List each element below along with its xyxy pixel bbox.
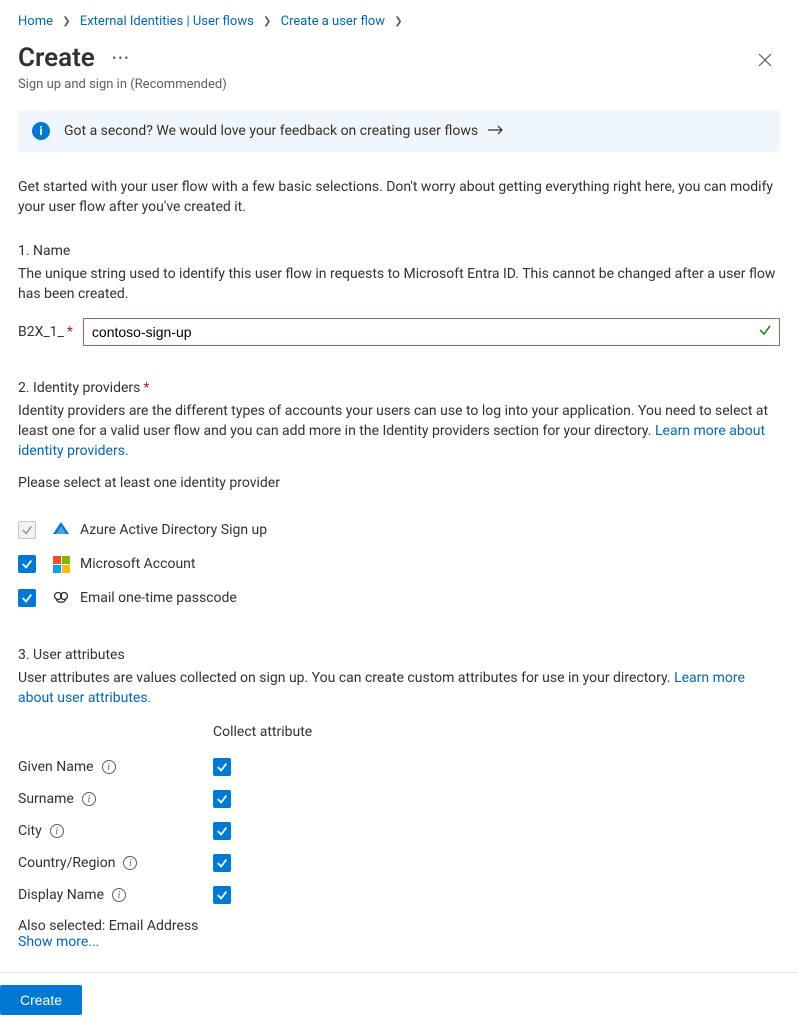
close-icon xyxy=(758,53,772,67)
attr-row: Display Name i xyxy=(18,886,780,904)
otp-icon xyxy=(52,589,70,607)
attr-checkbox[interactable] xyxy=(213,790,231,808)
chevron-right-icon: ❯ xyxy=(263,16,271,27)
attr-label: Given Name xyxy=(18,759,94,775)
attr-row: Given Name i xyxy=(18,758,780,776)
name-prefix-label: B2X_1_* xyxy=(18,324,73,340)
idp-checkbox[interactable] xyxy=(18,589,36,607)
section-idp-title: 2. Identity providers* xyxy=(18,380,780,396)
ms-icon xyxy=(52,556,70,573)
section-name-title: 1. Name xyxy=(18,243,780,259)
attr-row: Surname i xyxy=(18,790,780,808)
attr-column-header: Collect attribute xyxy=(213,724,312,740)
aad-icon xyxy=(52,521,70,539)
required-marker: * xyxy=(67,324,73,340)
chevron-right-icon: ❯ xyxy=(394,16,402,27)
idp-checkbox xyxy=(18,521,36,539)
footer-bar: Create xyxy=(0,972,798,1027)
breadcrumb-link[interactable]: External Identities | User flows xyxy=(80,14,254,29)
section-idp-desc: Identity providers are the different typ… xyxy=(18,402,780,461)
page-subtitle: Sign up and sign in (Recommended) xyxy=(18,77,227,92)
feedback-text: Got a second? We would love your feedbac… xyxy=(64,123,478,139)
attr-row: Cityi xyxy=(18,822,780,840)
section-attr-title: 3. User attributes xyxy=(18,647,780,663)
flow-name-input[interactable] xyxy=(83,318,780,346)
chevron-right-icon: ❯ xyxy=(62,16,70,27)
attr-label: Country/Region xyxy=(18,855,115,871)
info-icon[interactable]: i xyxy=(50,824,64,838)
attr-checkbox[interactable] xyxy=(213,822,231,840)
close-button[interactable] xyxy=(750,45,780,78)
create-button[interactable]: Create xyxy=(0,985,82,1015)
attr-row: Country/Region i xyxy=(18,854,780,872)
breadcrumb-link[interactable]: Create a user flow xyxy=(281,14,385,29)
attr-label: Surname xyxy=(18,791,74,807)
checkmark-icon xyxy=(758,323,772,341)
idp-row: Microsoft Account xyxy=(18,555,780,573)
attr-label: Display Name xyxy=(18,887,104,903)
required-marker: * xyxy=(143,380,149,396)
breadcrumb-link[interactable]: Home xyxy=(18,14,53,29)
idp-row: Email one-time passcode xyxy=(18,589,780,607)
idp-label: Email one-time passcode xyxy=(80,590,237,606)
section-name-desc: The unique string used to identify this … xyxy=(18,265,780,304)
more-actions-icon[interactable]: ••• xyxy=(112,51,130,65)
info-icon[interactable]: i xyxy=(102,760,116,774)
breadcrumb: Home ❯ External Identities | User flows … xyxy=(18,0,780,39)
attr-checkbox[interactable] xyxy=(213,758,231,776)
info-icon[interactable]: i xyxy=(112,888,126,902)
idp-checkbox[interactable] xyxy=(18,555,36,573)
section-attr-desc: User attributes are values collected on … xyxy=(18,669,780,708)
arrow-right-icon xyxy=(488,123,504,139)
attr-label: City xyxy=(18,823,42,839)
page-title: Create xyxy=(18,43,95,73)
idp-row: Azure Active Directory Sign up xyxy=(18,521,780,539)
feedback-banner[interactable]: i Got a second? We would love your feedb… xyxy=(18,110,780,152)
info-icon[interactable]: i xyxy=(82,792,96,806)
idp-hint-text: Please select at least one identity prov… xyxy=(18,475,780,491)
show-more-link[interactable]: Show more... xyxy=(18,934,780,950)
info-icon[interactable]: i xyxy=(123,856,137,870)
attr-checkbox[interactable] xyxy=(213,886,231,904)
also-selected-text: Also selected: Email Address xyxy=(18,918,780,934)
info-icon: i xyxy=(32,122,50,140)
idp-label: Azure Active Directory Sign up xyxy=(80,522,267,538)
attr-checkbox[interactable] xyxy=(213,854,231,872)
intro-text: Get started with your user flow with a f… xyxy=(18,178,780,217)
idp-label: Microsoft Account xyxy=(80,556,195,572)
